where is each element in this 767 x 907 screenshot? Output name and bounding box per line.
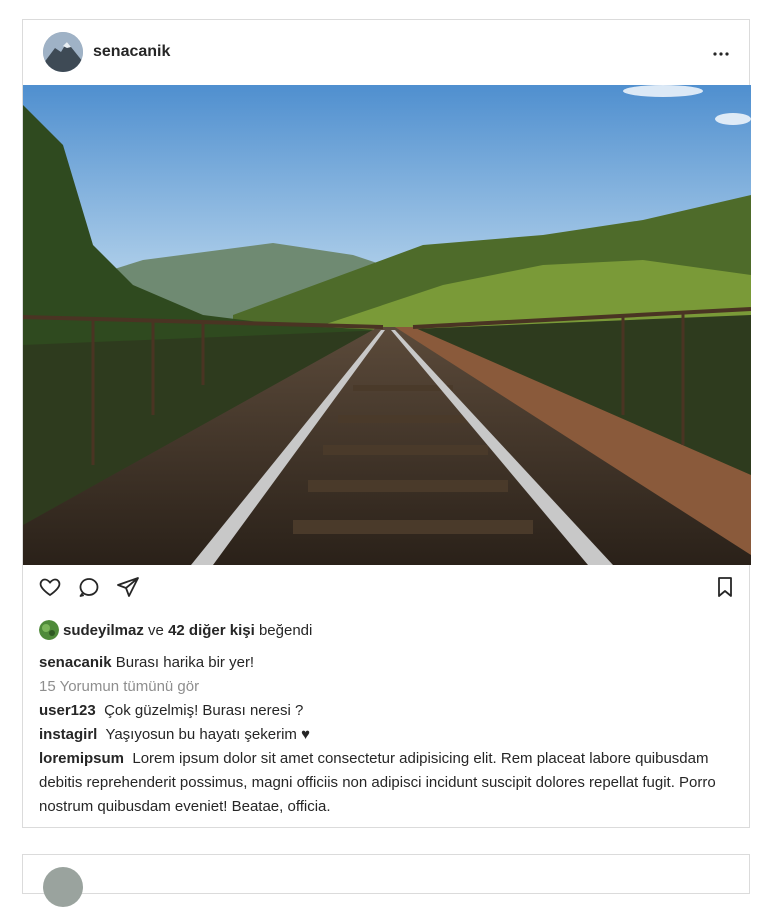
liker-avatar[interactable] [39, 620, 59, 640]
comment-username[interactable]: instagirl [39, 726, 97, 743]
post-card: senacanik sudeyilmaz ve 42 diğer kişi be… [22, 19, 751, 828]
caption-username[interactable]: senacanik [39, 654, 112, 671]
comments-section: senacanik Burası harika bir yer! 15 Yoru… [39, 651, 729, 819]
avatar-image [43, 32, 83, 72]
avatar[interactable] [43, 32, 83, 72]
comment-icon[interactable] [77, 575, 103, 601]
caption: senacanik Burası harika bir yer! [39, 651, 729, 675]
avatar[interactable] [43, 867, 83, 907]
post-username[interactable]: senacanik [93, 43, 170, 61]
comment-text: Çok güzelmiş! Burası neresi ? [104, 702, 304, 719]
likes-suffix: beğendi [258, 621, 313, 639]
comment-item: loremipsum Lorem ipsum dolor sit amet co… [39, 747, 729, 819]
comment-username[interactable]: loremipsum [39, 750, 124, 767]
heart-icon[interactable] [38, 575, 64, 601]
liker-username[interactable]: sudeyilmaz [63, 622, 144, 639]
more-options-icon[interactable] [711, 40, 731, 60]
comment-item: instagirl Yaşıyosun bu hayatı şekerim ♥ [39, 723, 729, 747]
comment-username[interactable]: user123 [39, 702, 96, 719]
next-post-card [22, 854, 750, 907]
view-all-comments-link[interactable]: 15 Yorumun tümünü gör [39, 675, 729, 699]
comment-text: Yaşıyosun bu hayatı şekerim ♥ [105, 726, 310, 743]
likes-connector: ve [148, 621, 164, 639]
post-photo[interactable] [23, 85, 751, 565]
post-header: senacanik [23, 20, 749, 85]
caption-text: Burası harika bir yer! [115, 654, 255, 671]
send-icon[interactable] [116, 575, 142, 601]
comment-item: user123 Çok güzelmiş! Burası neresi ? [39, 699, 729, 723]
bookmark-icon[interactable] [713, 575, 739, 601]
likes-summary: sudeyilmaz ve 42 diğer kişi beğendi [39, 620, 312, 640]
comment-text: Lorem ipsum dolor sit amet consectetur a… [39, 750, 716, 815]
post-actions [23, 575, 751, 605]
likes-others-link[interactable]: 42 diğer kişi [168, 622, 255, 639]
